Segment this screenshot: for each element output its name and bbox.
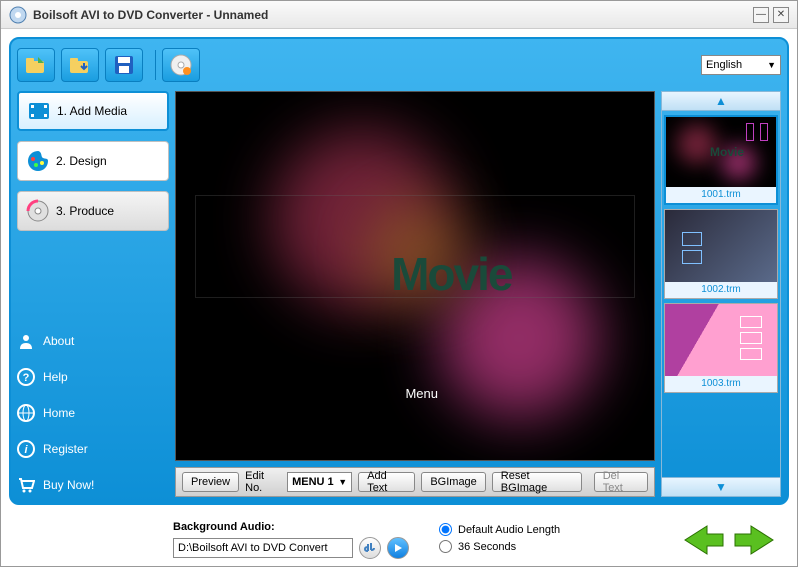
menu-label: Menu: [405, 386, 438, 401]
edit-no-label: Edit No.: [245, 470, 281, 494]
link-label: Home: [43, 406, 75, 420]
preview-button[interactable]: Preview: [182, 472, 239, 492]
menu-preview: Movie Menu: [175, 91, 655, 461]
link-label: About: [43, 334, 74, 348]
window-title: Boilsoft AVI to DVD Converter - Unnamed: [33, 8, 268, 22]
template-item[interactable]: 1002.trm: [664, 209, 778, 299]
close-button[interactable]: ✕: [773, 7, 789, 23]
next-button[interactable]: [733, 522, 777, 558]
select-value: MENU 1: [292, 476, 334, 488]
palette-icon: [26, 149, 50, 173]
scroll-up-button[interactable]: ▲: [661, 91, 781, 111]
bg-audio-label: Background Audio:: [173, 521, 409, 533]
add-text-button[interactable]: Add Text: [358, 472, 415, 492]
template-list: Movie 1001.trm 1002.trm: [661, 111, 781, 477]
template-item[interactable]: Movie 1001.trm: [664, 115, 778, 205]
template-name: 1003.trm: [665, 376, 777, 392]
svg-text:?: ?: [23, 372, 30, 384]
step-produce[interactable]: 3. Produce: [17, 191, 169, 231]
template-panel: ▲ Movie 1001.trm: [661, 91, 781, 497]
default-audio-radio[interactable]: [439, 523, 452, 536]
step-design[interactable]: 2. Design: [17, 141, 169, 181]
open-file-button[interactable]: [61, 48, 99, 82]
question-icon: ?: [17, 368, 35, 386]
burn-disc-button[interactable]: [162, 48, 200, 82]
titlebar: Boilsoft AVI to DVD Converter - Unnamed …: [1, 1, 797, 29]
app-logo-icon: [9, 6, 27, 24]
link-label: Register: [43, 442, 88, 456]
reset-bgimage-button[interactable]: Reset BGImage: [492, 472, 582, 492]
scroll-down-button[interactable]: ▼: [661, 477, 781, 497]
prev-button[interactable]: [681, 522, 725, 558]
movie-text: Movie: [391, 247, 511, 301]
radio-label: 36 Seconds: [458, 541, 516, 553]
person-icon: [17, 332, 35, 350]
help-link[interactable]: ? Help: [17, 365, 169, 389]
step-label: 1. Add Media: [57, 104, 127, 118]
main-card: English ▼ 1. Add Media 2. Design 3. Produ…: [9, 37, 789, 505]
step-add-media[interactable]: 1. Add Media: [17, 91, 169, 131]
link-label: Help: [43, 370, 68, 384]
home-link[interactable]: Home: [17, 401, 169, 425]
audio-path-input[interactable]: [173, 538, 353, 558]
bottom-bar: Background Audio: Default Audio Length 3…: [1, 513, 797, 567]
svg-text:i: i: [24, 444, 28, 456]
step-label: 2. Design: [56, 154, 107, 168]
language-value: English: [706, 59, 742, 71]
browse-audio-button[interactable]: [359, 537, 381, 559]
info-icon: i: [17, 440, 35, 458]
language-select[interactable]: English ▼: [701, 55, 781, 75]
chevron-down-icon: ▼: [767, 60, 776, 70]
link-label: Buy Now!: [43, 478, 94, 492]
template-item[interactable]: 1003.trm: [664, 303, 778, 393]
play-audio-button[interactable]: [387, 537, 409, 559]
globe-icon: [17, 404, 35, 422]
cart-icon: [17, 476, 35, 494]
register-link[interactable]: i Register: [17, 437, 169, 461]
save-button[interactable]: [105, 48, 143, 82]
bgimage-button[interactable]: BGImage: [421, 472, 485, 492]
film-icon: [27, 99, 51, 123]
step-label: 3. Produce: [56, 204, 114, 218]
template-name: 1002.trm: [665, 282, 777, 298]
chevron-down-icon: ▼: [338, 477, 347, 487]
buy-now-link[interactable]: Buy Now!: [17, 473, 169, 497]
minimize-button[interactable]: —: [753, 7, 769, 23]
toolbar: English ▼: [17, 45, 781, 85]
template-name: 1001.trm: [666, 187, 776, 203]
sidebar: 1. Add Media 2. Design 3. Produce About …: [17, 91, 169, 497]
seconds-audio-radio[interactable]: [439, 540, 452, 553]
add-folder-button[interactable]: [17, 48, 55, 82]
control-bar: Preview Edit No. MENU 1 ▼ Add Text BGImag…: [175, 467, 655, 497]
about-link[interactable]: About: [17, 329, 169, 353]
radio-label: Default Audio Length: [458, 524, 560, 536]
del-text-button[interactable]: Del Text: [594, 472, 648, 492]
disc-icon: [26, 199, 50, 223]
menu-number-select[interactable]: MENU 1 ▼: [287, 472, 352, 492]
